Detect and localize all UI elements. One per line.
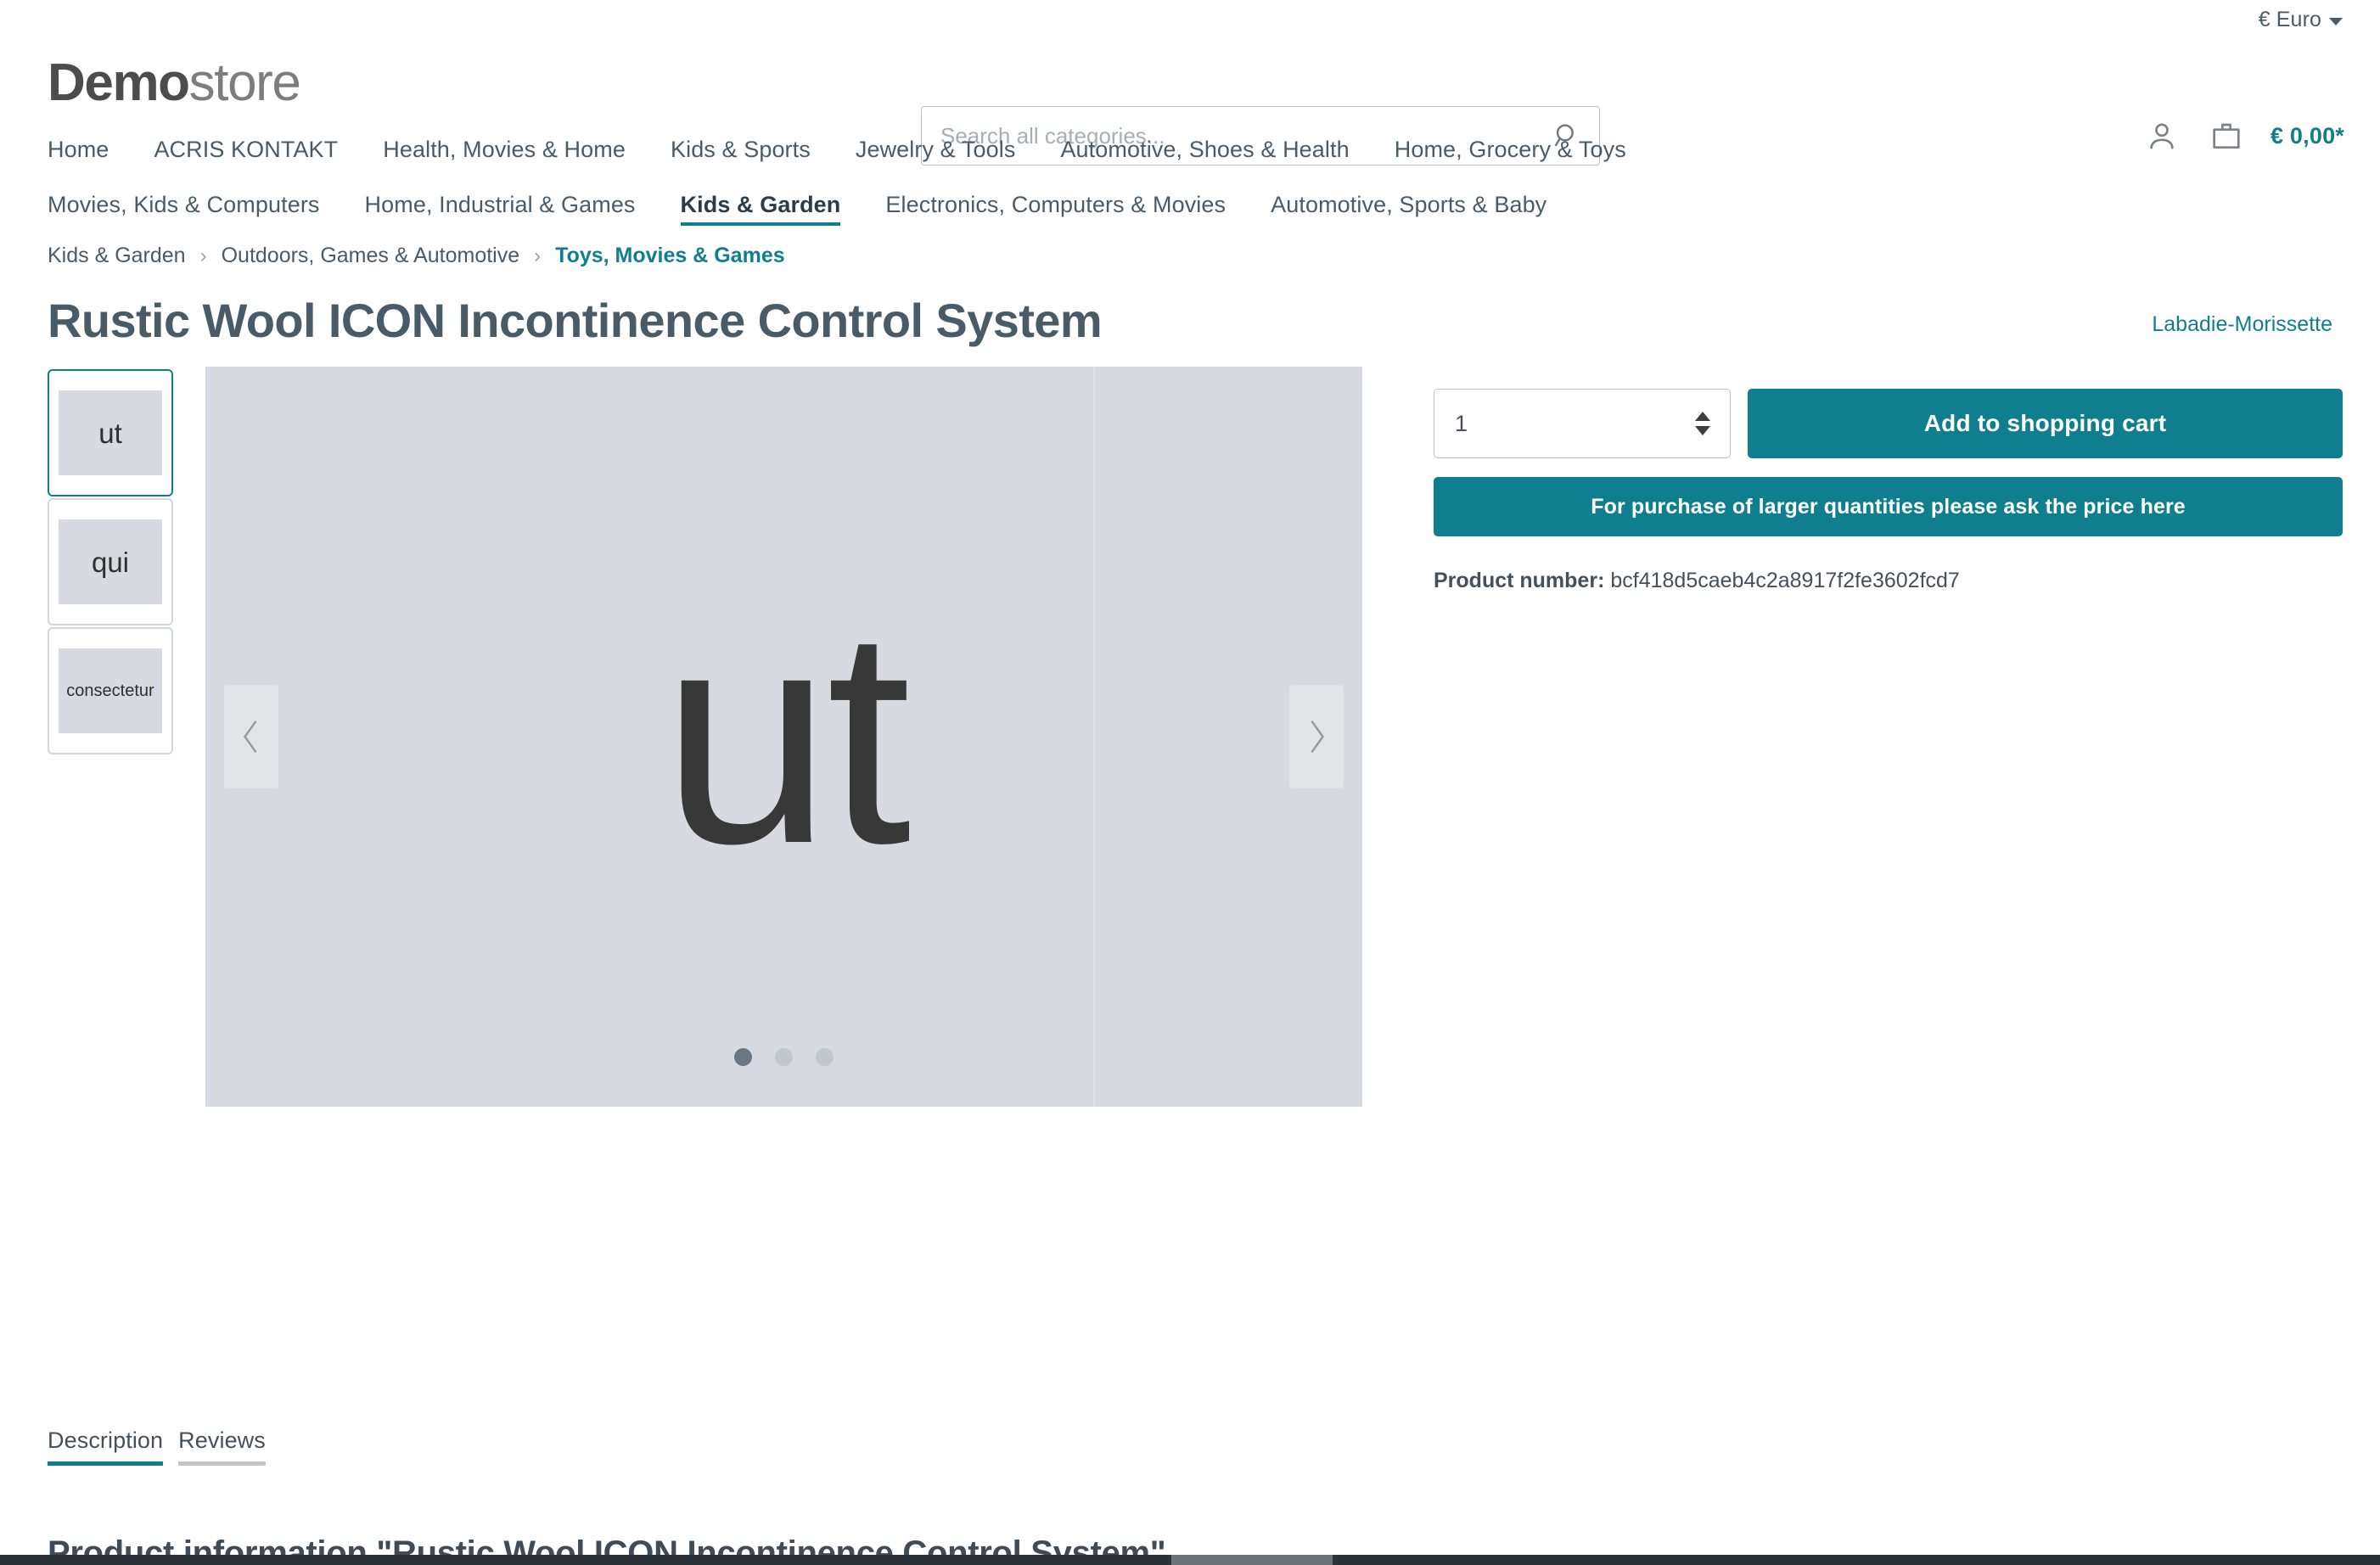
product-detail-tabs: Description Reviews xyxy=(0,1428,2380,1466)
gallery-thumbnail-image: ut xyxy=(59,390,162,476)
tab-reviews[interactable]: Reviews xyxy=(178,1428,266,1466)
gallery-slide-divider xyxy=(1093,367,1095,1108)
nav-item-kids-garden[interactable]: Kids & Garden xyxy=(680,192,841,226)
cart-button[interactable] xyxy=(2206,119,2247,153)
quantity-select-wrapper: 12345678910 xyxy=(1434,389,1731,459)
gallery-thumbnail[interactable]: qui xyxy=(48,498,173,626)
nav-item-automotive-sports-baby[interactable]: Automotive, Sports & Baby xyxy=(1271,192,1546,224)
chevron-right-icon xyxy=(1311,721,1324,754)
product-number-value: bcf418d5caeb4c2a8917f2fe3602fcd7 xyxy=(1610,569,1960,593)
chevron-down-icon xyxy=(2329,17,2343,25)
cart-total-amount[interactable]: € 0,00* xyxy=(2271,123,2344,149)
gallery-dot[interactable] xyxy=(734,1048,752,1067)
account-button[interactable] xyxy=(2141,119,2182,153)
site-logo[interactable]: Demostore xyxy=(48,56,301,109)
product-title-row: Rustic Wool ICON Incontinence Control Sy… xyxy=(0,268,2380,348)
gallery-thumbnail-image: qui xyxy=(59,519,162,605)
nav-item-home[interactable]: Home xyxy=(48,137,109,169)
buy-controls-row: 12345678910 Add to shopping cart xyxy=(1434,389,2343,459)
product-number-label: Product number: xyxy=(1434,569,1605,593)
nav-item-home-industrial-games[interactable]: Home, Industrial & Games xyxy=(365,192,636,224)
main-navigation: Home ACRIS KONTAKT Health, Movies & Home Ki… xyxy=(0,126,2380,226)
chevron-left-icon xyxy=(244,721,257,754)
user-icon xyxy=(2150,123,2174,149)
quantity-select[interactable]: 12345678910 xyxy=(1434,389,1731,459)
shopping-bag-icon xyxy=(2213,123,2240,149)
logo-text-light: store xyxy=(188,53,301,112)
breadcrumb-item[interactable]: Outdoors, Games & Automotive xyxy=(222,244,520,268)
nav-item-electronics-computers-movies[interactable]: Electronics, Computers & Movies xyxy=(885,192,1226,224)
nav-row-2: Movies, Kids & Computers Home, Industrial… xyxy=(48,192,2332,226)
horizontal-scrollbar-thumb[interactable] xyxy=(1171,1555,1333,1565)
gallery-dot[interactable] xyxy=(775,1048,793,1067)
tab-description[interactable]: Description xyxy=(48,1428,164,1466)
page-title: Rustic Wool ICON Incontinence Control Sy… xyxy=(48,294,1103,347)
site-header: Demostore € 0,00* xyxy=(0,40,2380,165)
gallery-thumbnail-image: consectetur xyxy=(59,648,162,734)
product-number: Product number: bcf418d5caeb4c2a8917f2fe… xyxy=(1434,569,2343,593)
nav-item-jewelry-tools[interactable]: Jewelry & Tools xyxy=(856,137,1016,169)
gallery-dot[interactable] xyxy=(816,1048,834,1067)
gallery-active-image: ut xyxy=(205,367,1362,1107)
gallery-next-button[interactable] xyxy=(1289,685,1344,789)
gallery-thumbnail[interactable]: ut xyxy=(48,369,173,497)
top-utility-bar: € Euro xyxy=(0,0,2380,40)
product-detail-main: ut qui consectetur ut 12345678910 xyxy=(0,367,2380,1108)
nav-item-kids-sports[interactable]: Kids & Sports xyxy=(671,137,811,169)
breadcrumb: Kids & Garden › Outdoors, Games & Automoti… xyxy=(0,224,2380,268)
nav-item-acris-kontakt[interactable]: ACRIS KONTAKT xyxy=(154,137,338,169)
gallery-thumbnail[interactable]: consectetur xyxy=(48,627,173,755)
nav-row-1: Home ACRIS KONTAKT Health, Movies & Home Ki… xyxy=(48,137,2332,169)
gallery-pagination-dots xyxy=(205,1048,1362,1067)
gallery-thumbnail-list: ut qui consectetur xyxy=(48,367,173,755)
gallery-prev-button[interactable] xyxy=(224,685,278,789)
header-actions: € 0,00* xyxy=(2141,106,2344,165)
nav-item-home-grocery-toys[interactable]: Home, Grocery & Toys xyxy=(1395,137,1626,169)
gallery-image-caption: ut xyxy=(661,566,911,908)
horizontal-scrollbar-track[interactable] xyxy=(0,1555,2380,1565)
breadcrumb-item[interactable]: Kids & Garden xyxy=(48,244,186,268)
breadcrumb-item-current: Toys, Movies & Games xyxy=(555,244,785,267)
nav-item-health-movies-home[interactable]: Health, Movies & Home xyxy=(383,137,626,169)
add-to-cart-button[interactable]: Add to shopping cart xyxy=(1748,389,2343,459)
bulk-price-inquiry-button[interactable]: For purchase of larger quantities please… xyxy=(1434,477,2343,537)
product-image-gallery[interactable]: ut xyxy=(205,367,1362,1108)
logo-text-bold: Demo xyxy=(48,53,190,112)
currency-selector[interactable]: € Euro xyxy=(2259,8,2343,32)
product-buy-box: 12345678910 Add to shopping cart For pur… xyxy=(1434,367,2343,593)
nav-item-movies-kids-computers[interactable]: Movies, Kids & Computers xyxy=(48,192,320,224)
breadcrumb-separator: › xyxy=(199,244,207,267)
breadcrumb-separator: › xyxy=(534,244,542,267)
currency-label: € Euro xyxy=(2258,8,2321,31)
manufacturer-link[interactable]: Labadie-Morissette xyxy=(2152,312,2332,337)
nav-item-automotive-shoes-health[interactable]: Automotive, Shoes & Health xyxy=(1060,137,1349,169)
tab-list: Description Reviews xyxy=(48,1428,2332,1466)
